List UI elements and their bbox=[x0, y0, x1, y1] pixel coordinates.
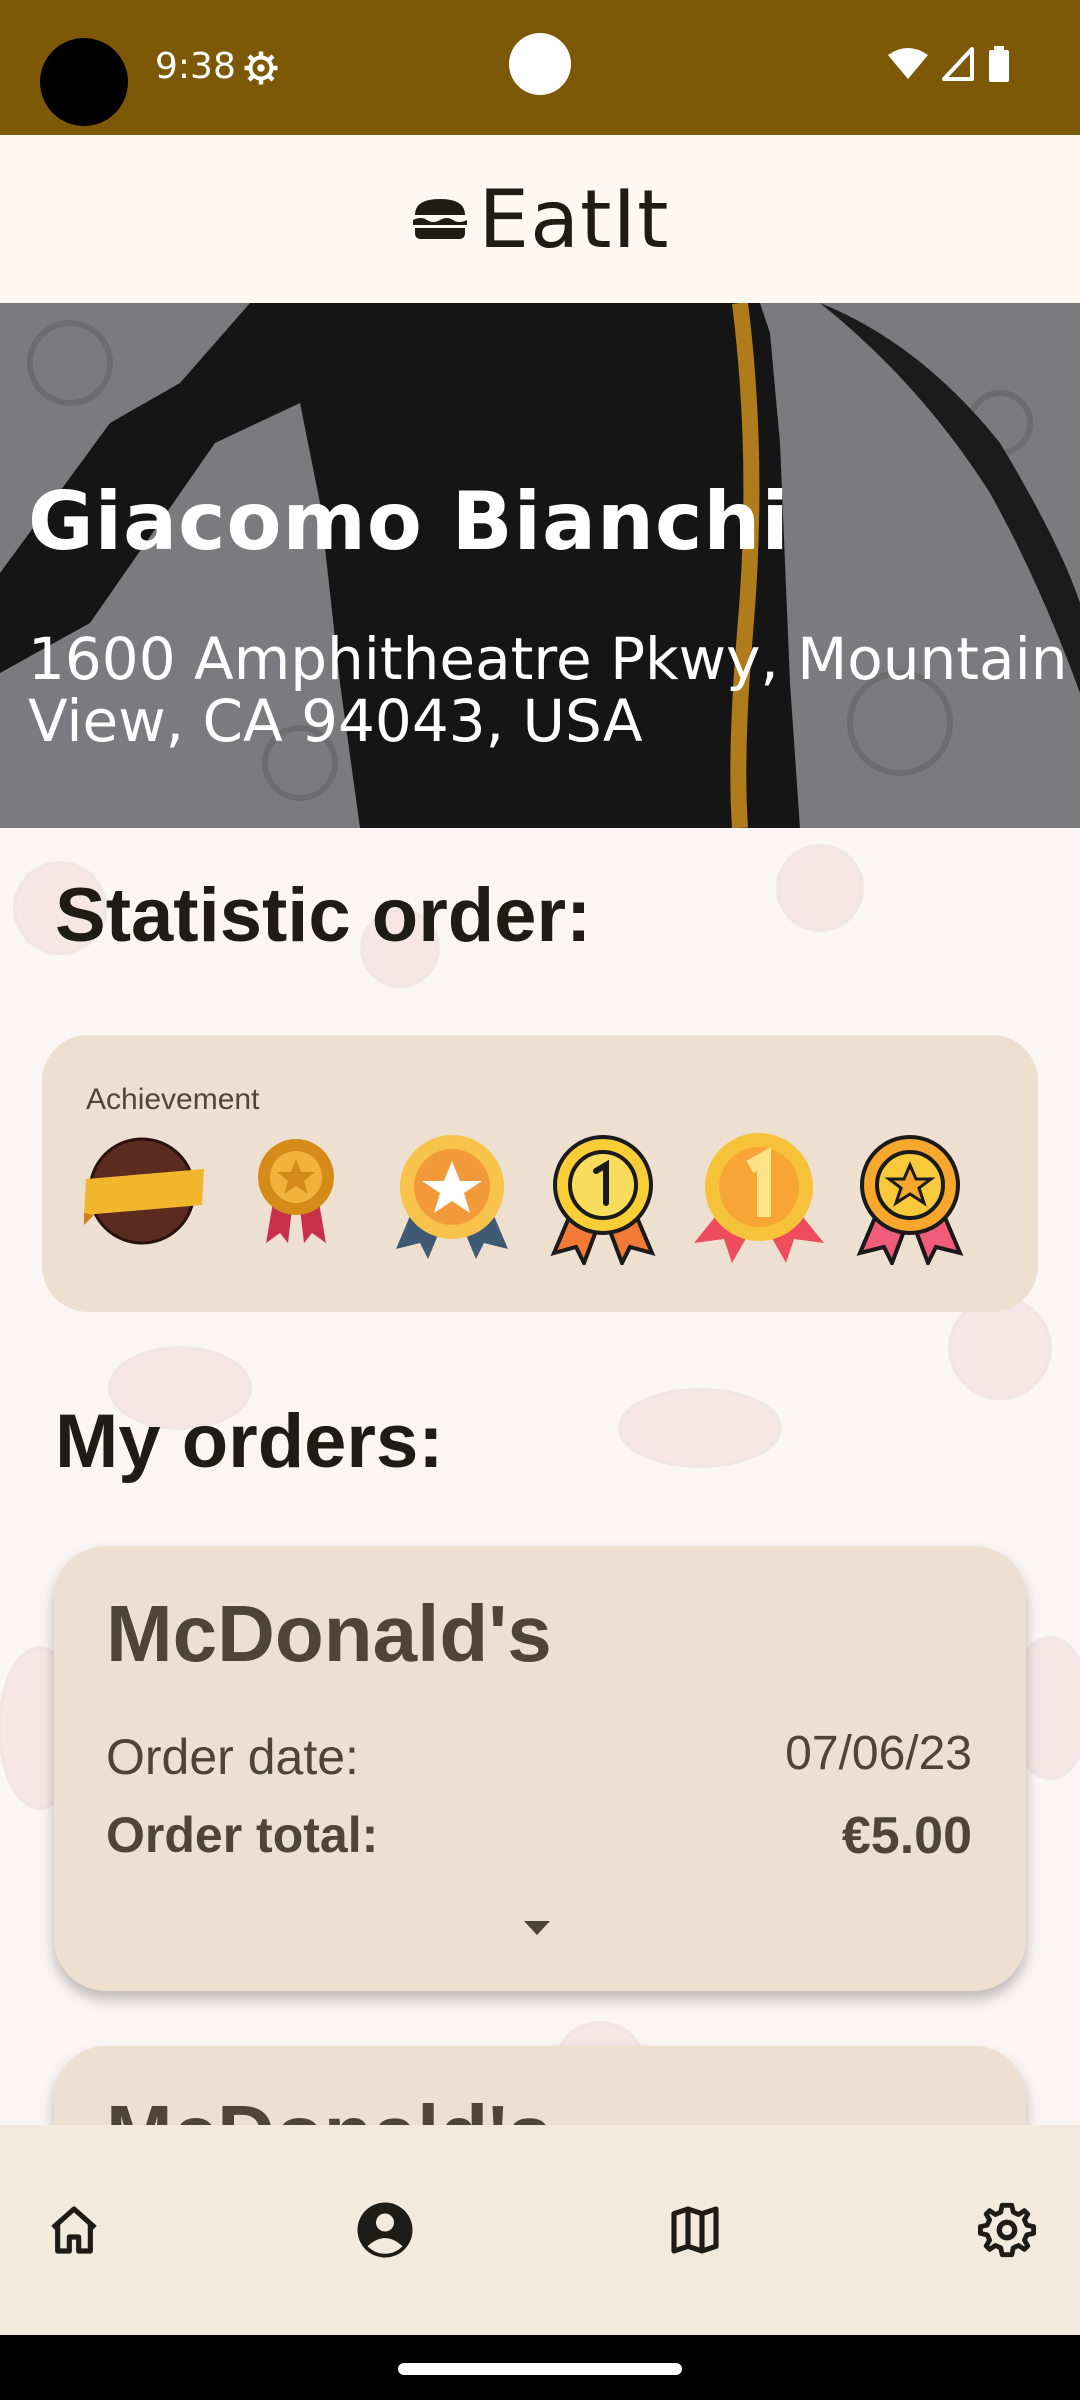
gold-rosette-badge bbox=[258, 1139, 334, 1243]
settings-icon bbox=[978, 2202, 1036, 2258]
order-date-value: 07/06/23 bbox=[785, 1727, 972, 1780]
order-total-label: Order total: bbox=[106, 1807, 379, 1863]
status-icons bbox=[888, 46, 1010, 82]
profile-name: Giacomo Bianchi bbox=[28, 475, 790, 568]
camera-cutout bbox=[40, 38, 128, 126]
map-icon bbox=[671, 2206, 719, 2254]
front-camera bbox=[509, 33, 571, 95]
app-bar: EatIt bbox=[0, 135, 1080, 303]
nav-map[interactable] bbox=[650, 2185, 740, 2275]
order-card[interactable]: McDonald's Order date: 07/06/23 Order to… bbox=[54, 1546, 1026, 1991]
statistics-title: Statistic order: bbox=[55, 873, 592, 958]
star-medal-badge bbox=[396, 1135, 508, 1259]
profile-address: 1600 Amphitheatre Pkwy, Mountain View, C… bbox=[28, 625, 1068, 755]
achievement-label: Achievement bbox=[86, 1083, 260, 1116]
account-icon bbox=[357, 2202, 413, 2258]
status-time: 9:38 bbox=[155, 46, 236, 87]
nav-home[interactable] bbox=[29, 2185, 119, 2275]
gesture-navigation-bar bbox=[0, 2335, 1080, 2400]
achievement-card: Achievement bbox=[42, 1035, 1038, 1312]
order-restaurant: McDonald's bbox=[106, 1589, 552, 1678]
profile-header: Giacomo Bianchi 1600 Amphitheatre Pkwy, … bbox=[0, 303, 1080, 828]
nav-settings[interactable] bbox=[962, 2185, 1052, 2275]
app-logo: EatIt bbox=[411, 173, 670, 266]
orders-title: My orders: bbox=[55, 1399, 444, 1484]
order-date-label: Order date: bbox=[106, 1729, 359, 1785]
burger-icon bbox=[412, 199, 467, 239]
profile-content[interactable]: Statistic order: Achievement My orders: … bbox=[0, 828, 1080, 2125]
order-restaurant: McDonald's bbox=[106, 2088, 552, 2125]
star-ribbon-medal-badge bbox=[856, 1135, 964, 1265]
number-one-medal-badge bbox=[550, 1135, 656, 1265]
nav-profile[interactable] bbox=[340, 2185, 430, 2275]
bottom-navigation bbox=[0, 2125, 1080, 2335]
app-title: EatIt bbox=[478, 172, 670, 266]
settings-status-icon bbox=[244, 51, 278, 85]
order-card[interactable]: McDonald's bbox=[54, 2046, 1026, 2125]
brown-ribbon-badge bbox=[84, 1137, 204, 1245]
wifi-icon bbox=[888, 48, 928, 79]
gold-number-one-medal-badge bbox=[694, 1133, 824, 1263]
expand-arrow-icon[interactable] bbox=[524, 1921, 550, 1935]
signal-icon bbox=[942, 47, 974, 81]
status-bar: 9:38 bbox=[0, 0, 1080, 135]
home-icon bbox=[51, 2206, 97, 2254]
battery-icon bbox=[989, 46, 1009, 82]
home-gesture-handle[interactable] bbox=[398, 2363, 682, 2375]
order-total-value: €5.00 bbox=[841, 1807, 972, 1865]
